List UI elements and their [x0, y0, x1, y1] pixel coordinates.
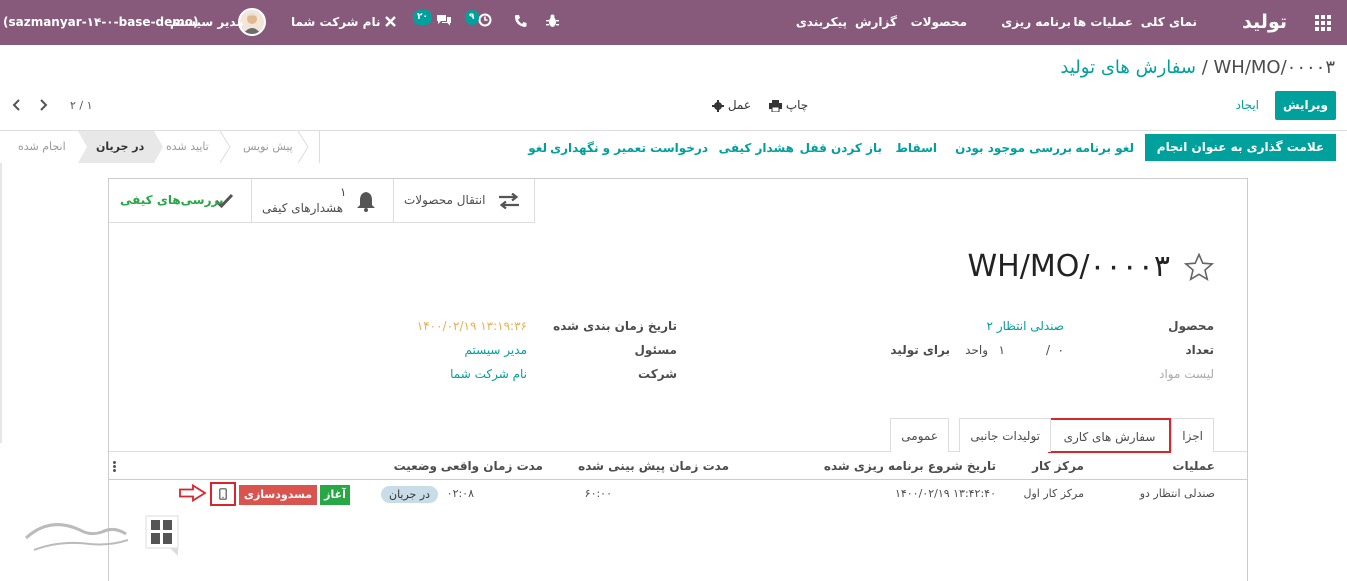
activity-count-badge: ۹ [465, 10, 479, 25]
pager-next-icon[interactable] [39, 99, 48, 111]
uom-value[interactable]: واحد [965, 343, 988, 357]
qty-separator: / [1045, 343, 1050, 357]
menu-configuration[interactable]: پیکربندی [796, 0, 847, 45]
phone-icon[interactable] [514, 14, 527, 28]
red-arrow-icon [179, 484, 207, 502]
product-label: محصول [1168, 319, 1214, 333]
record-title: WH/MO/۰۰۰۰۳ [967, 249, 1171, 284]
row-expected-duration: ۶۰:۰۰ [584, 487, 612, 500]
menu-operations[interactable]: عملیات ها [1073, 0, 1133, 45]
bell-icon [356, 191, 376, 212]
unplan-button[interactable]: لغو برنامه [1075, 136, 1134, 160]
pager-previous-icon[interactable] [12, 99, 21, 111]
status-draft[interactable]: پیش نویس [243, 131, 293, 163]
action-label: عمل [727, 98, 752, 112]
menu-reporting[interactable]: گزارش [855, 0, 897, 45]
company-value[interactable]: نام شرکت شما [450, 367, 527, 381]
status-done[interactable]: انجام شده [18, 131, 66, 163]
message-count-badge: ۲۰ [413, 10, 432, 25]
action-dropdown[interactable]: عمل [712, 91, 751, 120]
block-button[interactable]: مسدودسازی [239, 485, 317, 505]
product-value[interactable]: صندلی انتظار ۲ [987, 319, 1064, 333]
watermark-logo [20, 510, 180, 560]
scrap-button[interactable]: اسقاط [895, 136, 937, 160]
debug-bug-icon[interactable] [546, 14, 559, 28]
to-produce-label: برای تولید [890, 343, 950, 357]
top-navbar: تولید نمای کلی عملیات ها برنامه ریزی محص… [0, 0, 1347, 45]
print-dropdown[interactable]: چاپ [769, 91, 808, 120]
status-confirmed[interactable]: تایید شده [166, 131, 209, 163]
apps-menu-icon[interactable] [1315, 15, 1331, 31]
col-workcenter[interactable]: مرکز کار [1032, 459, 1084, 473]
start-button[interactable]: آغاز [320, 485, 350, 505]
quality-checks-smart-button[interactable]: بررسی‌های کیفی [109, 179, 251, 223]
tab-by-products[interactable]: تولیدات جانبی [959, 418, 1051, 452]
breadcrumb-current: WH/MO/۰۰۰۰۳ [1213, 57, 1336, 78]
breadcrumb-separator: / [1201, 57, 1208, 78]
print-label: چاپ [785, 98, 809, 112]
quality-checks-label: بررسی‌های کیفی [120, 193, 224, 207]
tab-components[interactable]: اجزا [1171, 418, 1214, 452]
gear-icon [712, 99, 724, 112]
col-real-duration[interactable]: مدت زمان واقعی [441, 459, 543, 473]
row-operation: صندلی انتظار دو [1139, 487, 1215, 500]
row-workcenter: مرکز کار اول [1023, 487, 1084, 500]
unlock-button[interactable]: باز کردن قفل [800, 136, 882, 160]
col-expected-duration[interactable]: مدت زمان پیش بینی شده [578, 459, 729, 473]
print-icon [769, 99, 782, 112]
quantity-label: تعداد [1185, 343, 1214, 357]
menu-products[interactable]: محصولات [911, 0, 967, 45]
state-badge: در جریان [381, 486, 439, 503]
chat-icon[interactable] [436, 13, 452, 27]
quality-alert-button[interactable]: هشدار کیفی [719, 136, 794, 160]
status-divider-1 [220, 131, 231, 163]
row-real-duration: ۰۲:۰۸ [446, 487, 474, 500]
qty-done-value: ۰ [1057, 343, 1064, 357]
col-planned-start[interactable]: تاریخ شروع برنامه ریزی شده [824, 459, 996, 473]
activity-clock-icon[interactable] [478, 13, 492, 27]
menu-planning[interactable]: برنامه ریزی [1001, 0, 1071, 45]
status-draft-area[interactable] [308, 131, 320, 163]
scheduled-date-value: ۱۴۰۰/۰۲/۱۹ ۱۳:۱۹:۳۶ [416, 319, 527, 333]
app-name[interactable]: تولید [1242, 0, 1287, 45]
tablet-view-button[interactable] [210, 482, 236, 506]
form-sheet: بررسی‌های کیفی ۱ هشدارهای کیفی انتقال مح… [108, 178, 1248, 581]
check-availability-button[interactable]: بررسی موجود بودن [955, 136, 1072, 160]
tablet-icon [219, 488, 227, 500]
transfers-label: انتقال محصولات [404, 193, 486, 207]
tab-work-orders[interactable]: سفارش های کاری [1048, 418, 1171, 453]
tab-miscellaneous[interactable]: عمومی [890, 418, 949, 452]
favorite-star-icon[interactable] [1184, 253, 1214, 281]
company-label: شرکت [638, 367, 677, 381]
cancel-button[interactable]: لغو [528, 136, 547, 160]
transfer-arrows-icon [498, 193, 520, 209]
responsible-label: مسئول [634, 343, 677, 357]
optional-columns-icon[interactable] [113, 461, 116, 472]
menu-overview[interactable]: نمای کلی [1141, 0, 1197, 45]
bom-label: لیست مواد [1159, 367, 1214, 381]
status-in-progress[interactable]: در جریان [96, 131, 144, 163]
quality-alerts-label: هشدارهای کیفی [262, 201, 344, 215]
transfers-smart-button[interactable]: انتقال محصولات [393, 179, 535, 223]
responsible-value[interactable]: مدیر سیستم [465, 343, 528, 357]
qty-total-value: ۱ [998, 343, 1005, 357]
breadcrumb: سفارش های تولید / WH/MO/۰۰۰۰۳ [1060, 57, 1335, 78]
quality-alerts-count: ۱ [340, 185, 347, 199]
company-switcher[interactable]: نام شرکت شما [291, 0, 380, 45]
scheduled-date-label: تاریخ زمان بندی شده [553, 319, 677, 333]
left-edge [0, 163, 2, 443]
maintenance-request-button[interactable]: درخواست تعمیر و نگهداری [550, 136, 708, 160]
pager-value[interactable]: ۲ / ۱ [70, 91, 93, 120]
row-planned-start: ۱۴۰۰/۰۲/۱۹ ۱۳:۴۲:۴۰ [894, 487, 996, 500]
breadcrumb-parent[interactable]: سفارش های تولید [1060, 57, 1196, 78]
create-button[interactable]: ایجاد [1230, 91, 1265, 120]
col-state[interactable]: وضعیت [394, 459, 437, 473]
database-name: (sazmanyar-۱۴-۰-base-demo) [3, 15, 199, 29]
edit-button[interactable]: ویرایش [1275, 91, 1336, 120]
tools-icon[interactable] [384, 15, 397, 28]
mark-as-done-button[interactable]: علامت گذاری به عنوان انجام شده [1145, 134, 1336, 181]
quality-alerts-smart-button[interactable]: ۱ هشدارهای کیفی [251, 179, 393, 223]
col-operation[interactable]: عملیات [1172, 459, 1215, 473]
